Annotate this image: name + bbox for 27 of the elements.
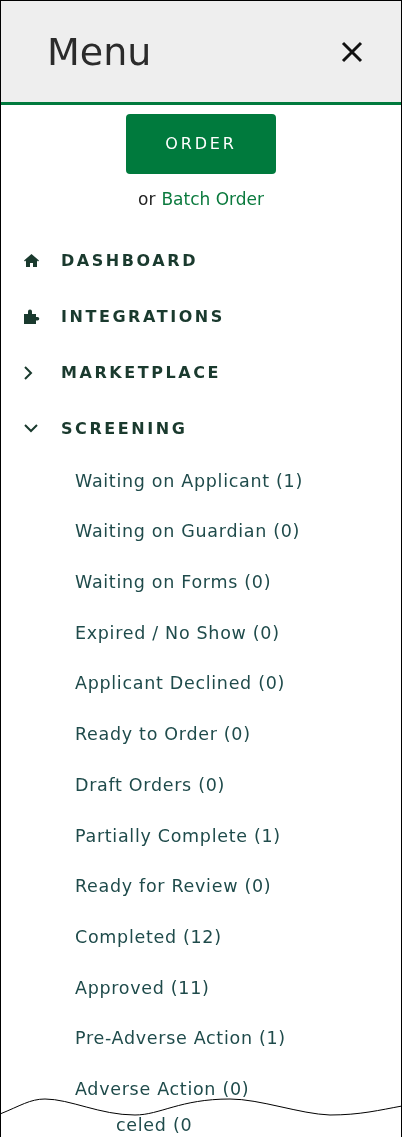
submenu-item[interactable]: Ready for Review (0) <box>75 873 272 900</box>
batch-order-prefix: or <box>138 188 156 211</box>
submenu-item[interactable]: Applicant Declined (0) <box>75 670 286 697</box>
submenu-item[interactable]: Expired / No Show (0) <box>75 619 280 647</box>
nav-item[interactable]: SCREENING <box>61 416 188 441</box>
nav-item[interactable]: DASHBOARD <box>61 248 198 273</box>
nav-item[interactable]: INTEGRATIONS <box>61 304 225 329</box>
submenu-item[interactable]: Partially Complete (1) <box>75 822 281 849</box>
close-icon[interactable] <box>341 40 363 63</box>
chevron-down-icon[interactable] <box>24 424 38 433</box>
submenu-item[interactable]: Ready to Order (0) <box>75 721 251 748</box>
nav-item[interactable]: MARKETPLACE <box>61 360 221 385</box>
submenu-item[interactable]: Pre-Adverse Action (1) <box>75 1025 286 1052</box>
submenu-item[interactable]: Approved (11) <box>75 974 210 1001</box>
submenu-item[interactable]: Waiting on Guardian (0) <box>75 518 301 545</box>
chevron-right-icon[interactable] <box>24 365 33 380</box>
submenu-item[interactable]: Waiting on Forms (0) <box>75 569 272 596</box>
submenu-item[interactable]: Waiting on Applicant (1) <box>75 467 303 494</box>
submenu-item[interactable]: Completed (12) <box>75 923 222 951</box>
submenu-item[interactable]: Draft Orders (0) <box>75 771 226 799</box>
order-button[interactable]: ORDER <box>126 114 276 174</box>
batch-order-link[interactable]: Batch Order <box>161 187 264 213</box>
home-icon <box>24 254 39 267</box>
submenu-item[interactable]: Adverse Action (0) <box>75 1075 250 1103</box>
submenu-item[interactable]: celed (0 <box>116 1115 193 1135</box>
menu-title: Menu <box>47 32 152 71</box>
puzzle-icon <box>24 309 41 324</box>
